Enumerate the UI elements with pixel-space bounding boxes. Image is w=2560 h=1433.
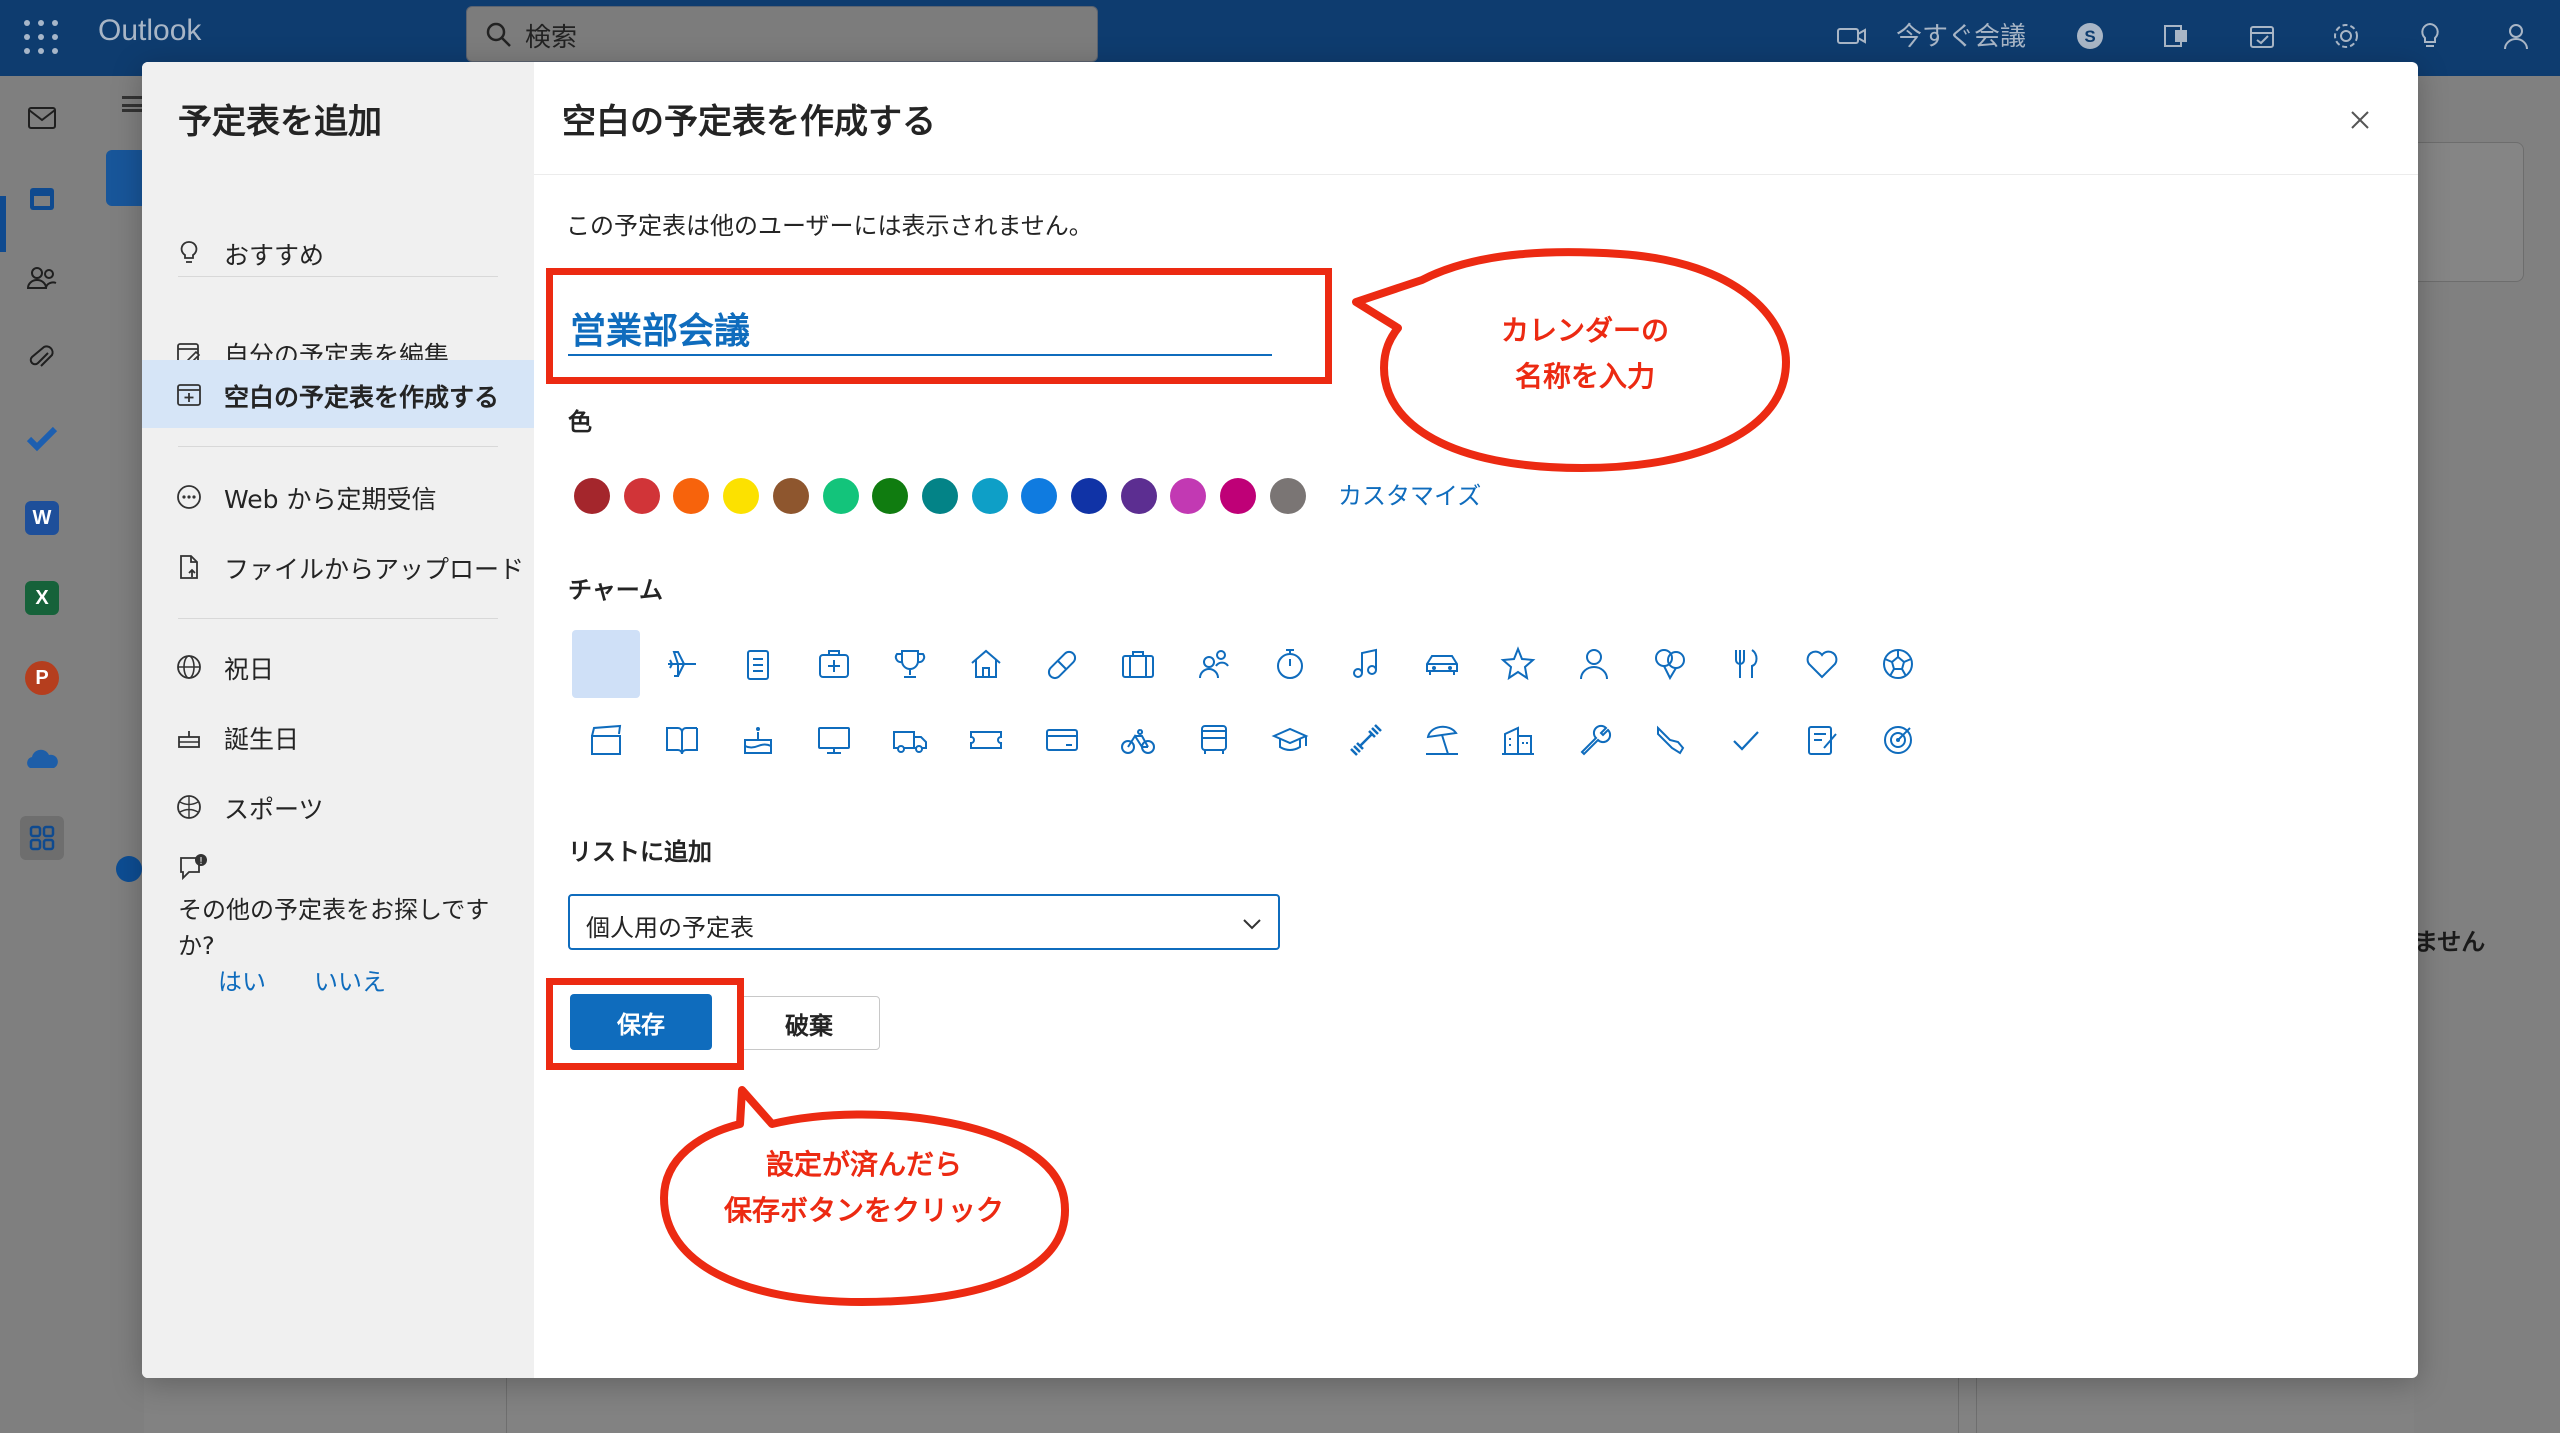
callout-1-line-2: 名称を入力: [1514, 360, 1655, 393]
callout-1-line-1: カレンダーの: [1500, 314, 1669, 347]
callout-2-line-1: 設定が済んだら: [765, 1148, 962, 1181]
callout-bubbles: [660, 248, 1790, 1306]
callout-2-text: 設定が済んだら 保存ボタンをクリック: [682, 1142, 1046, 1234]
callout-1-text: カレンダーの 名称を入力: [1430, 308, 1740, 400]
callout-2-line-2: 保存ボタンをクリック: [723, 1194, 1004, 1227]
